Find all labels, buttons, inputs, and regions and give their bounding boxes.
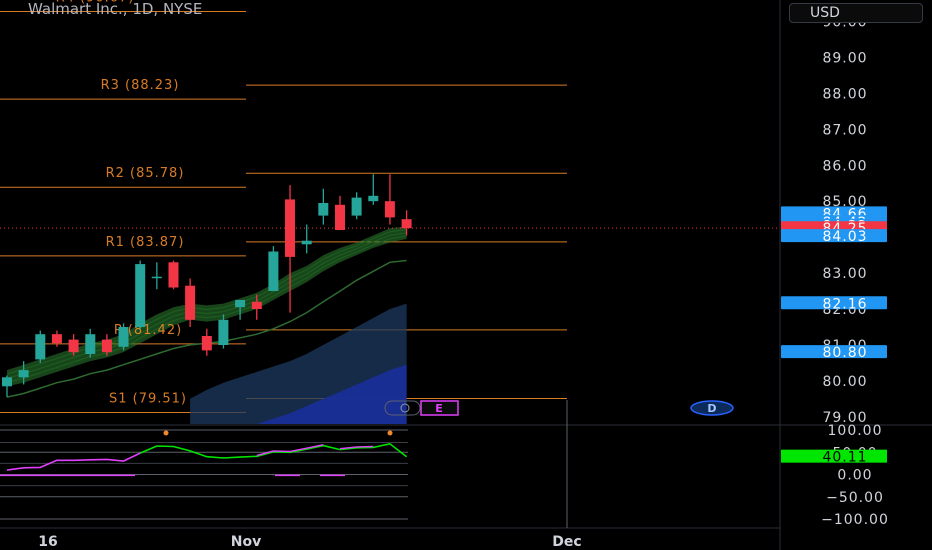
candle-body bbox=[18, 370, 29, 378]
candle-body bbox=[401, 219, 412, 229]
time-axis-tick: 16 bbox=[38, 534, 57, 550]
oscillator-axis-tick: −50.00 bbox=[826, 490, 884, 506]
chart-title: Walmart Inc., 1D, NYSE bbox=[28, 0, 203, 18]
pivot-label: R1 (83.87) bbox=[106, 235, 185, 250]
candle-body bbox=[251, 301, 262, 309]
candle-body bbox=[118, 327, 129, 347]
price-axis-tick: 80.00 bbox=[822, 374, 867, 390]
candle-body bbox=[51, 334, 62, 344]
oscillator-value-text: 40.11 bbox=[822, 450, 867, 466]
candle-body bbox=[185, 285, 196, 320]
oscillator-axis-tick: 0.00 bbox=[837, 468, 872, 484]
candle-body bbox=[201, 336, 212, 351]
candle-body bbox=[285, 199, 295, 257]
candle-body bbox=[151, 276, 162, 279]
currency-button[interactable]: USD bbox=[789, 3, 923, 23]
candle-body bbox=[235, 300, 246, 308]
candle-body bbox=[351, 197, 362, 216]
price-label-text: 84.03 bbox=[822, 229, 867, 245]
oscillator-axis-tick: −100.00 bbox=[821, 512, 889, 528]
candle-body bbox=[384, 201, 395, 218]
earnings-marker-label: E bbox=[435, 402, 443, 415]
price-axis-tick: 87.00 bbox=[822, 122, 867, 138]
candle-body bbox=[68, 339, 79, 353]
candle-body bbox=[218, 319, 229, 345]
candle-body bbox=[368, 195, 379, 202]
candle-body bbox=[135, 264, 146, 327]
candle-body bbox=[318, 203, 329, 216]
candle-body bbox=[301, 240, 312, 245]
price-axis-tick: 86.00 bbox=[822, 158, 867, 174]
candle-body bbox=[268, 251, 279, 291]
pivot-label: S1 (79.51) bbox=[109, 391, 187, 406]
candle-body bbox=[85, 334, 96, 354]
candle-body bbox=[168, 262, 179, 288]
oscillator-signal-dot bbox=[387, 430, 393, 436]
price-chart[interactable]: R4 (90.67)R3 (88.23)R2 (85.78)R1 (83.87)… bbox=[0, 0, 932, 550]
price-axis-tick: 89.00 bbox=[822, 50, 867, 66]
dividend-marker-label: D bbox=[707, 402, 716, 415]
price-label-text: 80.80 bbox=[822, 345, 867, 361]
oscillator-axis-tick: 100.00 bbox=[828, 423, 883, 439]
time-axis-tick: Nov bbox=[231, 534, 261, 550]
oscillator-signal-dot bbox=[163, 430, 169, 436]
time-axis-tick: Dec bbox=[552, 534, 581, 550]
oscillator-line-bearish bbox=[6, 452, 141, 471]
pivot-label: R3 (88.23) bbox=[101, 78, 180, 93]
price-axis-tick: 83.00 bbox=[822, 266, 867, 282]
price-axis-tick: 88.00 bbox=[822, 86, 867, 102]
candle-body bbox=[2, 377, 12, 387]
pivot-label: R2 (85.78) bbox=[106, 166, 185, 181]
candle-body bbox=[101, 339, 112, 353]
price-label-text: 82.16 bbox=[822, 296, 867, 312]
candle-body bbox=[35, 334, 46, 360]
candle-body bbox=[335, 204, 345, 230]
